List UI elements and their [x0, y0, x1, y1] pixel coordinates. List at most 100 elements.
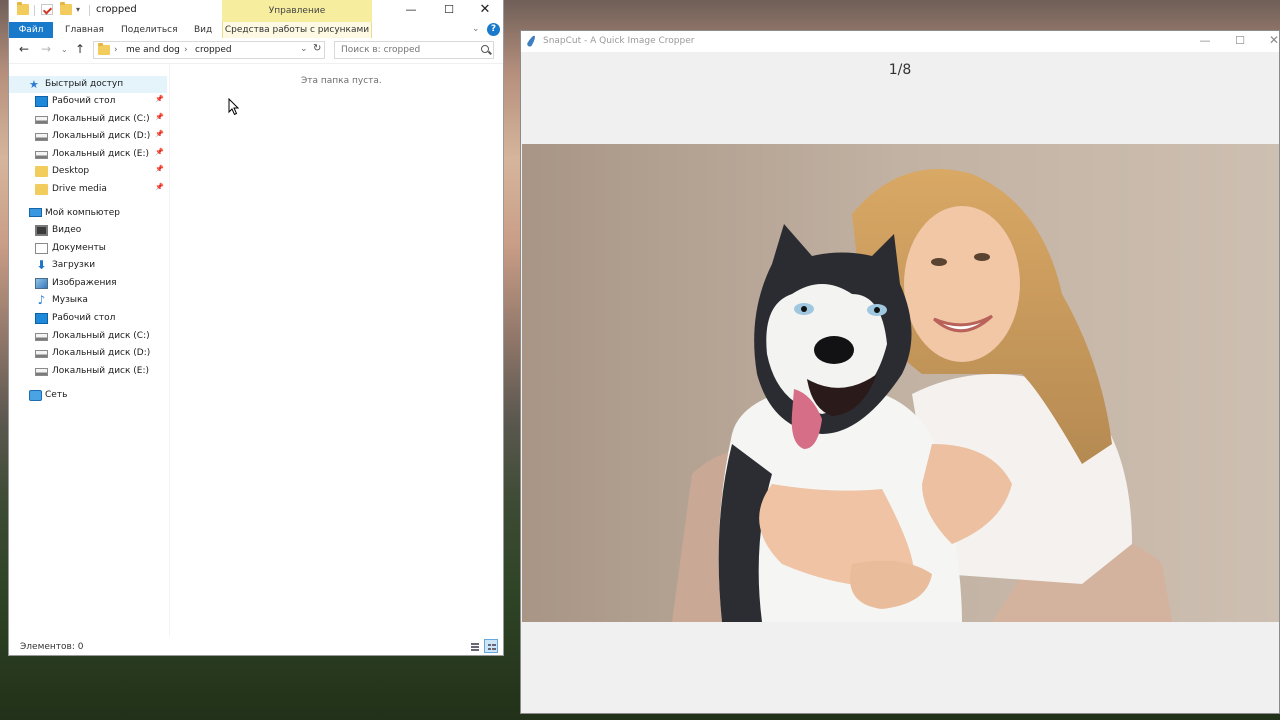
nav-label: Рабочий стол: [52, 96, 116, 106]
expand-ribbon-icon[interactable]: ⌄: [472, 24, 480, 34]
manage-context-tab[interactable]: Управление: [222, 0, 372, 22]
customize-quick-access-icon[interactable]: ▾: [76, 5, 80, 14]
tab-share[interactable]: Поделиться: [121, 22, 178, 38]
properties-icon[interactable]: [41, 4, 53, 15]
window-title: cropped: [96, 4, 137, 15]
tab-file[interactable]: Файл: [9, 22, 53, 38]
up-arrow-icon[interactable]: ↑: [75, 42, 85, 56]
refresh-icon[interactable]: ↻: [313, 43, 321, 54]
nav-label: Локальный диск (E:): [52, 365, 150, 376]
feather-icon: [526, 34, 537, 48]
breadcrumb-separator-icon: ›: [184, 45, 188, 55]
nav-item[interactable]: Локальный диск (E:): [9, 363, 167, 380]
minimize-button[interactable]: —: [394, 0, 428, 20]
nav-label: Загрузки: [52, 260, 96, 271]
breadcrumb-item[interactable]: me and dog: [126, 45, 180, 55]
nav-label: Рабочий стол: [52, 313, 116, 323]
mouse-cursor-icon: [228, 98, 240, 116]
nav-label: Локальный диск (C:): [52, 113, 150, 124]
maximize-button[interactable]: ☐: [1225, 32, 1255, 50]
nav-item[interactable]: Изображения: [9, 275, 167, 292]
window-title: SnapCut - A Quick Image Cropper: [543, 36, 695, 46]
search-icon[interactable]: [481, 45, 489, 53]
nav-label: Desktop: [52, 166, 90, 177]
pin-icon[interactable]: 📌: [155, 95, 164, 103]
close-button[interactable]: ✕: [1259, 32, 1279, 50]
address-bar[interactable]: › me and dog › cropped ⌄ ↻: [93, 41, 325, 59]
tab-picture-tools[interactable]: Средства работы с рисунками: [222, 22, 372, 38]
pane-divider[interactable]: [169, 64, 170, 636]
status-bar: Элементов: 0: [9, 636, 503, 655]
item-count: Элементов: 0: [20, 642, 84, 652]
folder-icon: [35, 166, 48, 178]
maximize-button[interactable]: ☐: [432, 0, 466, 20]
nav-label: Музыка: [52, 295, 88, 306]
nav-label: Быстрый доступ: [45, 79, 124, 89]
pin-icon[interactable]: 📌: [155, 113, 164, 121]
search-box: [334, 41, 494, 59]
nav-network[interactable]: Сеть: [9, 387, 167, 404]
nav-item[interactable]: Локальный диск (C:) 📌: [9, 111, 167, 128]
details-view-icon[interactable]: [467, 639, 481, 653]
pin-icon[interactable]: 📌: [155, 130, 164, 138]
nav-item[interactable]: Рабочий стол: [9, 310, 167, 327]
tab-view[interactable]: Вид: [194, 22, 212, 38]
pin-icon[interactable]: 📌: [155, 183, 164, 191]
minimize-button[interactable]: —: [1190, 32, 1220, 50]
nav-item[interactable]: Локальный диск (D:): [9, 345, 167, 362]
disk-icon: [35, 350, 48, 359]
nav-label: Документы: [52, 242, 106, 253]
folder-icon: [35, 184, 48, 195]
folder-icon: [17, 2, 29, 15]
desktop-icon: [35, 96, 48, 107]
nav-item[interactable]: Рабочий стол 📌: [9, 93, 167, 110]
image-counter: 1/8: [888, 62, 912, 78]
new-folder-icon[interactable]: [60, 2, 72, 15]
video-icon: [35, 225, 48, 236]
search-input[interactable]: [335, 42, 475, 58]
nav-item[interactable]: Локальный диск (E:) 📌: [9, 146, 167, 163]
breadcrumb-item[interactable]: cropped: [195, 45, 232, 55]
ribbon-tabs: Файл Главная Поделиться Вид Средства раб…: [9, 22, 503, 38]
pictures-icon: [35, 277, 48, 289]
large-icons-view-icon[interactable]: [484, 639, 498, 653]
network-icon: [29, 390, 42, 401]
snapcut-title-bar: SnapCut - A Quick Image Cropper — ☐ ✕: [521, 31, 1279, 52]
pin-icon[interactable]: 📌: [155, 148, 164, 156]
nav-item[interactable]: Документы: [9, 240, 167, 257]
nav-item[interactable]: Локальный диск (C:): [9, 328, 167, 345]
computer-icon: [29, 208, 42, 217]
breadcrumb-separator-icon: ›: [114, 45, 118, 55]
divider: [89, 5, 90, 16]
folder-icon: [98, 43, 110, 55]
help-icon[interactable]: ?: [487, 23, 500, 36]
close-button[interactable]: ✕: [468, 0, 502, 20]
photo-canvas[interactable]: [522, 144, 1279, 622]
downloads-icon: ⬇: [36, 258, 47, 273]
nav-label: Изображения: [52, 277, 117, 288]
nav-item[interactable]: Drive media 📌: [9, 181, 167, 198]
back-arrow-icon[interactable]: ←: [19, 42, 29, 56]
disk-icon: [35, 115, 48, 124]
nav-label: Сеть: [45, 390, 68, 400]
forward-arrow-icon[interactable]: →: [41, 42, 51, 56]
divider: [34, 5, 35, 16]
tab-home[interactable]: Главная: [65, 22, 104, 38]
snapcut-window: SnapCut - A Quick Image Cropper — ☐ ✕ 1/…: [520, 30, 1280, 714]
recent-locations-icon[interactable]: ⌄: [61, 45, 68, 54]
nav-item[interactable]: Локальный диск (D:) 📌: [9, 128, 167, 145]
pin-icon[interactable]: 📌: [155, 165, 164, 173]
address-dropdown-icon[interactable]: ⌄: [300, 44, 308, 54]
nav-item[interactable]: Desktop 📌: [9, 163, 167, 180]
nav-item[interactable]: ⬇ Загрузки: [9, 257, 167, 274]
nav-label: Локальный диск (D:): [52, 348, 151, 359]
nav-label: Drive media: [52, 184, 107, 194]
nav-my-computer[interactable]: Мой компьютер: [9, 205, 167, 222]
nav-label: Видео: [52, 225, 82, 235]
nav-item[interactable]: Видео: [9, 222, 167, 239]
disk-icon: [35, 150, 48, 159]
music-icon: ♪: [37, 293, 46, 308]
navigation-pane: ★ Быстрый доступ Рабочий стол 📌 Локальный …: [9, 64, 169, 630]
nav-quick-access[interactable]: ★ Быстрый доступ: [9, 76, 167, 93]
nav-item[interactable]: ♪ Музыка: [9, 292, 167, 309]
